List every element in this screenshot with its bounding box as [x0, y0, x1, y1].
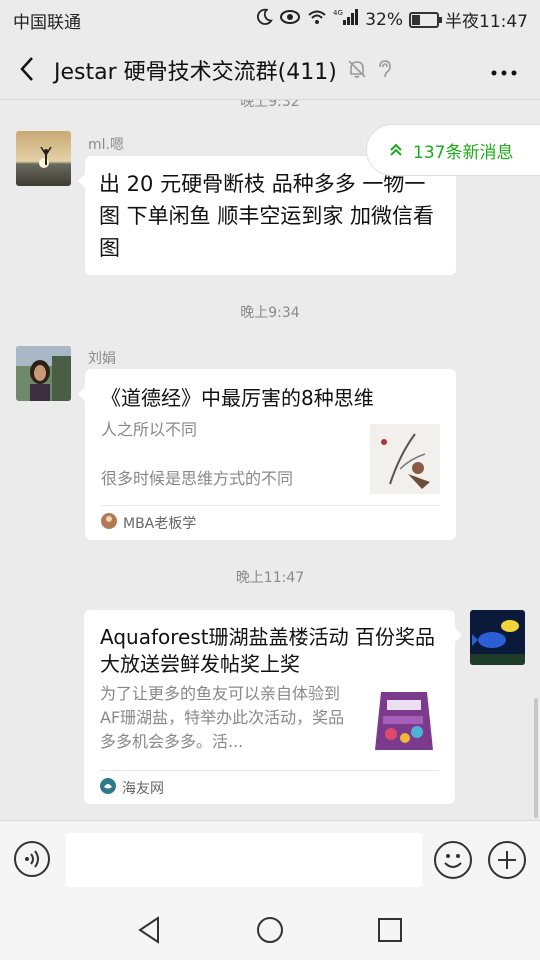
card-thumbnail: [369, 686, 439, 758]
nav-recents-button[interactable]: [374, 914, 406, 946]
new-messages-label: 137条新消息: [413, 142, 514, 163]
card-description: 人之所以不同: [101, 420, 198, 439]
status-bar: 中国联通 4G 32% 半夜11:47: [0, 0, 540, 38]
more-options-button[interactable]: [490, 58, 518, 83]
link-card[interactable]: 《道德经》中最厉害的8种思维 人之所以不同 很多时候是思维方式的不同 MBA老板…: [78, 369, 456, 540]
card-divider: [101, 505, 440, 506]
chat-title: Jestar 硬骨技术交流群(411): [54, 60, 337, 85]
card-source-label: 海友网: [122, 781, 164, 797]
card-source: 海友网: [100, 778, 164, 798]
card-divider: [100, 770, 439, 771]
nav-back-button[interactable]: [134, 914, 166, 946]
card-title: Aquaforest珊湖盐盖楼活动 百份奖品大放送尝鲜发帖奖上奖: [100, 625, 435, 676]
nav-home-icon: [257, 917, 283, 943]
timestamp-partial: 晚上9:32: [240, 100, 300, 110]
network-type-label: 4G: [333, 9, 343, 17]
emoji-button[interactable]: [434, 841, 472, 879]
card-thumbnail: [370, 424, 440, 494]
sender-name: 刘娟: [88, 351, 116, 367]
message-list[interactable]: 晚上9:32 ml.嗯 出 20 元硬骨断枝 品种多多 一物一图 下单闲鱼 顺丰…: [0, 100, 540, 820]
source-logo-icon: [100, 778, 116, 798]
clock: 半夜11:47: [445, 12, 528, 32]
mute-bell-icon: [346, 58, 368, 84]
card-source-label: MBA老板学: [123, 516, 197, 532]
link-card[interactable]: Aquaforest珊湖盐盖楼活动 百份奖品大放送尝鲜发帖奖上奖 为了让更多的鱼…: [84, 610, 462, 804]
plus-button[interactable]: [488, 841, 526, 879]
timestamp: 晚上9:34: [240, 305, 300, 321]
nav-back-icon: [138, 916, 159, 944]
message-input[interactable]: [66, 833, 422, 887]
carrier-label: 中国联通: [13, 13, 81, 33]
battery-icon: [409, 11, 442, 28]
battery-fill: [412, 14, 420, 25]
card-source: MBA老板学: [101, 513, 196, 533]
plus-icon: [498, 851, 516, 869]
scrollbar[interactable]: [534, 698, 538, 818]
earpiece-icon: [374, 58, 394, 84]
card-title: 《道德经》中最厉害的8种思维: [101, 386, 374, 410]
back-button[interactable]: [14, 52, 42, 86]
back-chevron-icon: [20, 57, 33, 81]
voice-button[interactable]: [14, 841, 50, 877]
eye-icon: [279, 9, 301, 30]
emoji-icon: [444, 854, 462, 868]
new-messages-button[interactable]: 137条新消息: [366, 124, 540, 176]
battery-percent: 32%: [365, 9, 403, 30]
sender-name: ml.嗯: [88, 137, 124, 153]
more-dots-icon: [491, 70, 517, 76]
wifi-icon: [307, 9, 327, 30]
nav-home-button[interactable]: [254, 914, 286, 946]
chat-header: Jestar 硬骨技术交流群(411): [0, 38, 540, 100]
card-description: 为了让更多的鱼友可以亲自体验到AF珊湖盐，特举办此次活动，奖品多多机会多多。活.…: [100, 684, 345, 751]
moon-icon: [255, 8, 274, 31]
avatar[interactable]: [16, 131, 71, 186]
self-avatar[interactable]: [470, 610, 525, 665]
signal-icon: 4G: [333, 8, 359, 31]
avatar[interactable]: [16, 346, 71, 401]
nav-recents-icon: [378, 918, 402, 942]
system-nav-bar: [0, 900, 540, 960]
input-bar: [0, 820, 540, 900]
source-logo-icon: [101, 513, 117, 533]
timestamp: 晚上11:47: [235, 570, 305, 586]
voice-icon: [25, 850, 39, 868]
card-description: 很多时候是思维方式的不同: [101, 469, 294, 488]
double-up-chevron-icon: [390, 143, 402, 156]
